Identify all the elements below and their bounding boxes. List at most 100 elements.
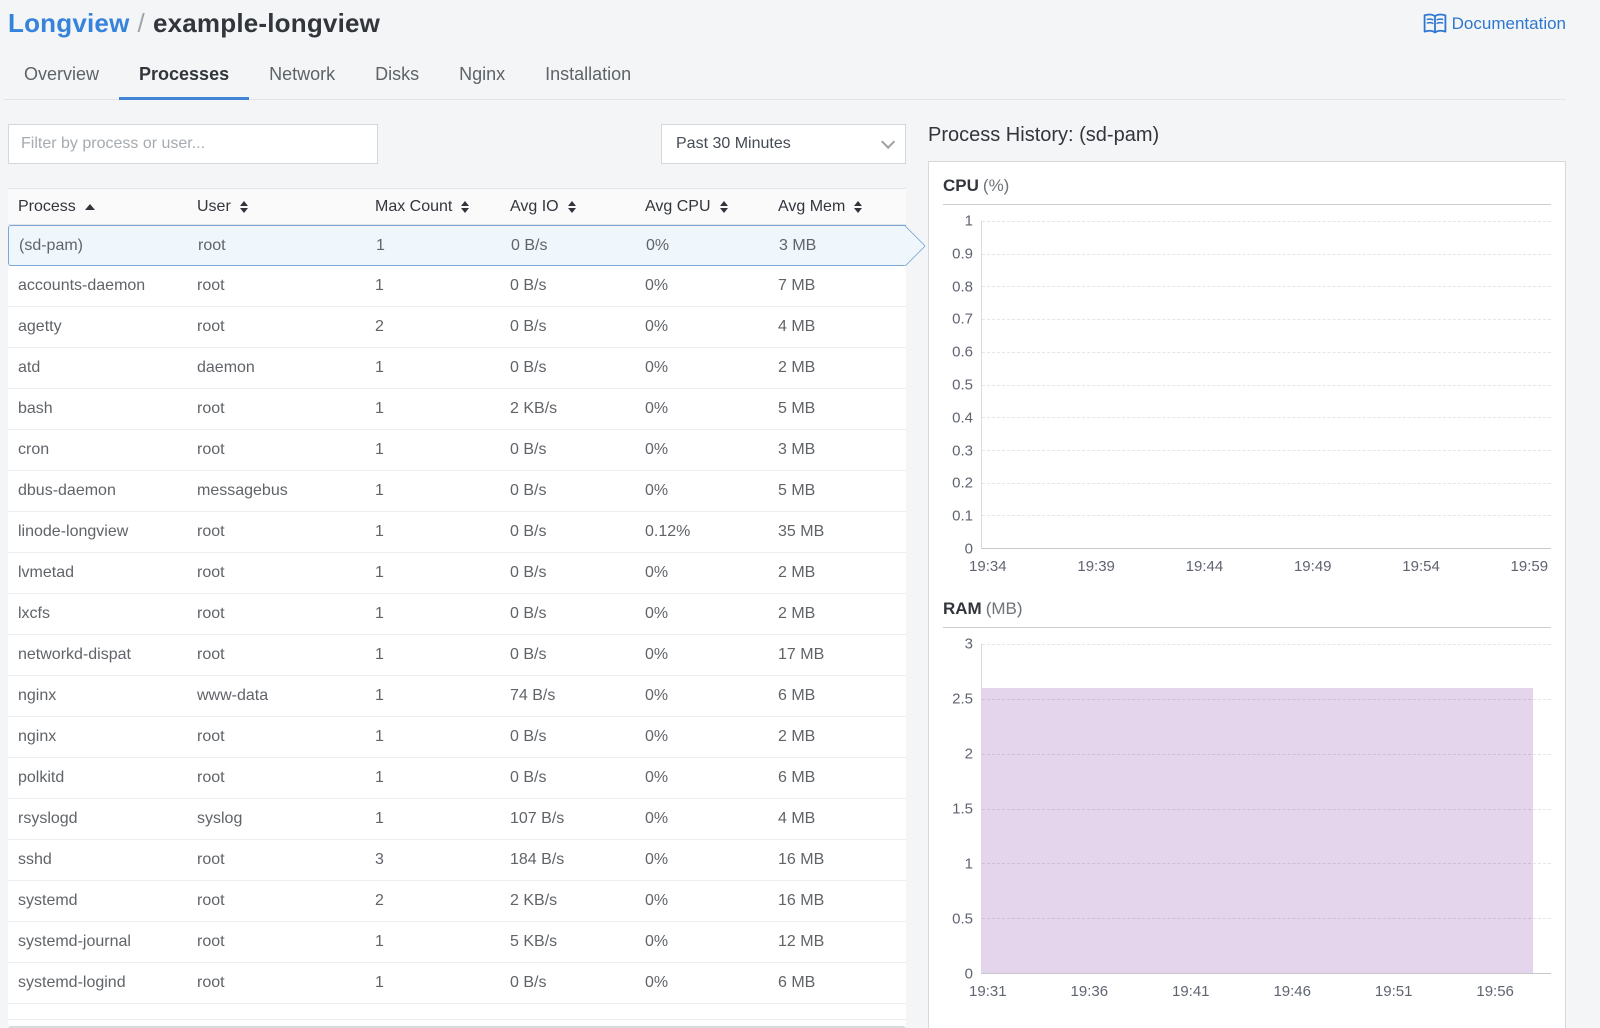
column-header-process[interactable]: Process: [8, 198, 187, 216]
table-row-dbus-daemon[interactable]: dbus-daemon messagebus 1 0 B/s 0% 5 MB: [8, 471, 906, 512]
cell-user: root: [197, 892, 225, 909]
cpu-chart-title: CPU: [943, 176, 979, 195]
gridline: [982, 286, 1551, 288]
cell-max_count: 1: [375, 769, 384, 786]
cell-avg_io: 0 B/s: [510, 564, 547, 581]
tab-processes[interactable]: Processes: [119, 54, 250, 100]
column-header-max-count[interactable]: Max Count: [365, 198, 500, 216]
cell-avg_io: 2 KB/s: [510, 400, 558, 417]
sort-both-icon: [719, 200, 728, 213]
breadcrumb: Longview / example-longview: [8, 8, 380, 39]
main-content: Past 30 Minutes Process User Max Count Avg …: [0, 124, 1600, 1028]
table-row-cron[interactable]: cron root 1 0 B/s 0% 3 MB: [8, 430, 906, 471]
table-row-linode-longview[interactable]: linode-longview root 1 0 B/s 0.12% 35 MB: [8, 512, 906, 553]
cell-avg_cpu: 0.12%: [645, 523, 691, 540]
x-tick-label: 19:31: [969, 983, 1007, 1000]
gridline: [982, 698, 1551, 700]
process-history-panel: CPU (%) 1 0.9 0.8 0.7 0.6 0.5 0.4 0.3 0.2 0.1 0 19:…: [928, 161, 1566, 1028]
cell-max_count: 1: [375, 564, 384, 581]
cell-avg_io: 74 B/s: [510, 687, 556, 704]
cell-max_count: 3: [375, 851, 384, 868]
breadcrumb-section-link[interactable]: Longview: [8, 8, 130, 38]
gridline: [982, 753, 1551, 755]
ram-chart-heading: RAM (MB): [943, 599, 1551, 619]
cell-user: root: [198, 236, 226, 254]
y-tick-label: 0.2: [952, 474, 973, 492]
cell-process: rsyslogd: [18, 810, 78, 827]
tab-network[interactable]: Network: [249, 54, 355, 100]
x-tick-label: 19:34: [969, 558, 1007, 575]
cell-process: systemd: [18, 892, 78, 909]
tab-disks[interactable]: Disks: [355, 54, 439, 100]
table-row-systemd[interactable]: systemd root 2 2 KB/s 0% 16 MB: [8, 881, 906, 922]
cell-avg_cpu: 0%: [645, 564, 669, 581]
column-header-avg-mem[interactable]: Avg Mem: [768, 198, 906, 216]
table-row-systemd-logind[interactable]: systemd-logind root 1 0 B/s 0% 6 MB: [8, 963, 906, 1004]
cell-avg_mem: 6 MB: [778, 687, 816, 704]
time-range-select[interactable]: Past 30 Minutes: [661, 124, 906, 164]
cell-avg_mem: 2 MB: [778, 359, 816, 376]
process-history-column: Process History: (sd-pam) CPU (%) 1 0.9 0.8…: [928, 124, 1566, 1028]
table-row-atd[interactable]: atd daemon 1 0 B/s 0% 2 MB: [8, 348, 906, 389]
column-header-avg-io[interactable]: Avg IO: [500, 198, 635, 216]
cell-user: www-data: [197, 687, 269, 704]
cell-process: nginx: [18, 687, 57, 704]
triangle-down-icon: [567, 207, 576, 213]
table-row-accounts-daemon[interactable]: accounts-daemon root 1 0 B/s 0% 7 MB: [8, 266, 906, 307]
x-tick-label: 19:44: [1185, 558, 1224, 575]
documentation-link[interactable]: Documentation: [1422, 12, 1566, 36]
cell-process: bash: [18, 400, 53, 417]
table-row-networkd-dispat[interactable]: networkd-dispat root 1 0 B/s 0% 17 MB: [8, 635, 906, 676]
column-header-avg-cpu[interactable]: Avg CPU: [635, 198, 768, 216]
cell-max_count: 1: [375, 687, 384, 704]
tab-installation[interactable]: Installation: [525, 54, 651, 100]
cell-avg_io: 0 B/s: [511, 236, 548, 254]
gridline: [982, 482, 1551, 484]
cell-avg_io: 107 B/s: [510, 810, 565, 827]
cell-process: linode-longview: [18, 523, 129, 540]
process-filter-input[interactable]: [8, 124, 378, 164]
gridline: [982, 417, 1551, 419]
cell-process: agetty: [18, 318, 62, 335]
column-header-user[interactable]: User: [187, 198, 365, 216]
cell-avg_io: 0 B/s: [510, 277, 547, 294]
cell-avg_io: 0 B/s: [510, 974, 547, 991]
triangle-up-icon: [567, 200, 576, 206]
cell-user: root: [197, 851, 225, 868]
gridline: [982, 449, 1551, 451]
y-tick-label: 0.7: [952, 310, 973, 328]
ram-area-fill: [982, 687, 1533, 973]
table-row-lxcfs[interactable]: lxcfs root 1 0 B/s 0% 2 MB: [8, 594, 906, 635]
cell-user: root: [197, 523, 225, 540]
cpu-chart-heading: CPU (%): [943, 176, 1551, 196]
cell-avg_cpu: 0%: [645, 769, 669, 786]
cell-avg_cpu: 0%: [645, 892, 669, 909]
tab-nginx[interactable]: Nginx: [439, 54, 525, 100]
table-row-agetty[interactable]: agetty root 2 0 B/s 0% 4 MB: [8, 307, 906, 348]
table-row-sshd[interactable]: sshd root 3 184 B/s 0% 16 MB: [8, 840, 906, 881]
table-row-nginx[interactable]: nginx root 1 0 B/s 0% 2 MB: [8, 717, 906, 758]
cell-user: root: [197, 441, 225, 458]
cell-avg_cpu: 0%: [645, 605, 669, 622]
triangle-up-icon: [84, 203, 95, 210]
cell-avg_io: 0 B/s: [510, 605, 547, 622]
table-row-systemd-journal[interactable]: systemd-journal root 1 5 KB/s 0% 12 MB: [8, 922, 906, 963]
table-next-row-partial: [8, 1004, 906, 1020]
gridline: [982, 918, 1551, 920]
cell-avg_cpu: 0%: [645, 482, 669, 499]
cell-avg_mem: 5 MB: [778, 482, 816, 499]
cell-max_count: 1: [375, 933, 384, 950]
table-row-rsyslogd[interactable]: rsyslogd syslog 1 107 B/s 0% 4 MB: [8, 799, 906, 840]
cell-user: root: [197, 646, 225, 663]
table-row-nginx[interactable]: nginx www-data 1 74 B/s 0% 6 MB: [8, 676, 906, 717]
tab-overview[interactable]: Overview: [4, 54, 119, 100]
table-row-polkitd[interactable]: polkitd root 1 0 B/s 0% 6 MB: [8, 758, 906, 799]
column-label: Avg CPU: [645, 197, 711, 215]
column-label: Max Count: [375, 197, 453, 215]
cell-avg_mem: 3 MB: [779, 236, 817, 254]
ram-usage-chart: RAM (MB) 3 2.5 2 1.5 1 0.5 0 19:31 19:36 19:41 19:…: [943, 599, 1551, 1008]
table-row-lvmetad[interactable]: lvmetad root 1 0 B/s 0% 2 MB: [8, 553, 906, 594]
triangle-down-icon: [461, 207, 470, 213]
table-row-sd-pam[interactable]: (sd-pam) root 1 0 B/s 0% 3 MB: [8, 225, 906, 266]
table-row-bash[interactable]: bash root 1 2 KB/s 0% 5 MB: [8, 389, 906, 430]
